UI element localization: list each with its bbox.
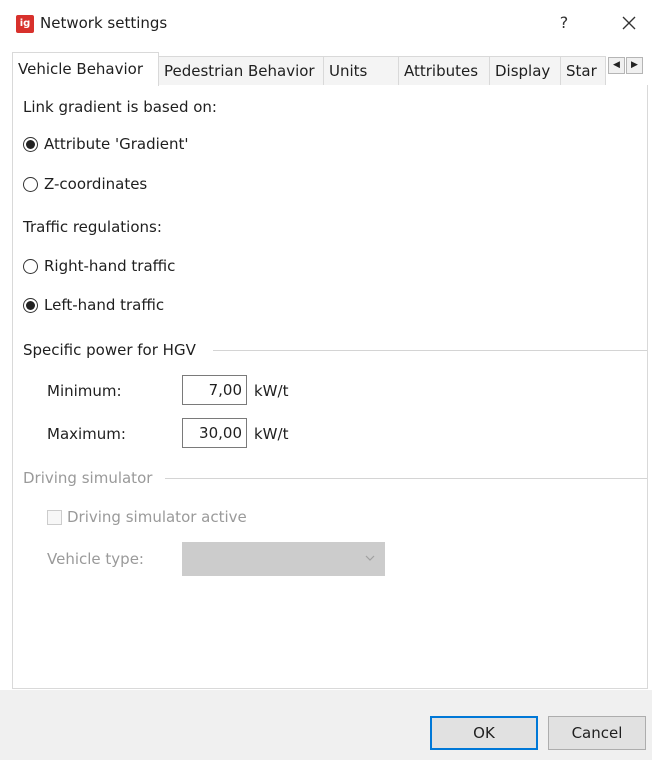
ok-button[interactable]: OK	[430, 716, 538, 750]
close-button[interactable]	[614, 8, 644, 38]
radio-z-coordinates[interactable]	[23, 177, 38, 192]
radio-z-coordinates-label[interactable]: Z-coordinates	[44, 175, 147, 193]
radio-right-hand-traffic-label[interactable]: Right-hand traffic	[44, 257, 175, 275]
maximum-unit: kW/t	[254, 425, 289, 443]
network-settings-dialog: ig Network settings ? Vehicle Behavior P…	[0, 0, 652, 760]
driving-simulator-checkbox[interactable]	[47, 510, 62, 525]
tab-units[interactable]: Units	[323, 56, 399, 85]
tab-attributes[interactable]: Attributes	[398, 56, 490, 85]
tab-strip: Vehicle Behavior Pedestrian Behavior Uni…	[12, 52, 646, 86]
radio-right-hand-traffic[interactable]	[23, 259, 38, 274]
radio-left-hand-traffic[interactable]	[23, 298, 38, 313]
maximum-label: Maximum:	[47, 425, 126, 443]
close-icon	[622, 16, 636, 30]
vehicle-type-select[interactable]	[182, 542, 385, 576]
radio-left-hand-traffic-label[interactable]: Left-hand traffic	[44, 296, 164, 314]
minimum-label: Minimum:	[47, 382, 122, 400]
app-logo-icon: ig	[16, 15, 34, 33]
driving-simulator-checkbox-label[interactable]: Driving simulator active	[67, 508, 247, 526]
radio-attribute-gradient[interactable]	[23, 137, 38, 152]
cancel-button[interactable]: Cancel	[548, 716, 646, 750]
driving-simulator-group-title: Driving simulator	[23, 469, 153, 487]
tab-pedestrian-behavior[interactable]: Pedestrian Behavior	[158, 56, 324, 85]
title-bar: ig Network settings ?	[0, 0, 652, 50]
traffic-regulations-heading: Traffic regulations:	[23, 218, 162, 236]
minimum-unit: kW/t	[254, 382, 289, 400]
maximum-field[interactable]: 30,00	[182, 418, 247, 448]
vehicle-type-label: Vehicle type:	[47, 550, 144, 568]
tab-scroll-right-icon[interactable]: ▶	[626, 57, 643, 74]
tab-star[interactable]: Star	[560, 56, 606, 85]
help-button[interactable]: ?	[553, 10, 575, 36]
window-title: Network settings	[40, 14, 168, 32]
hgv-group-divider	[213, 350, 647, 351]
link-gradient-heading: Link gradient is based on:	[23, 98, 217, 116]
tab-display[interactable]: Display	[489, 56, 561, 85]
tab-vehicle-behavior[interactable]: Vehicle Behavior	[12, 52, 159, 86]
radio-attribute-gradient-label[interactable]: Attribute 'Gradient'	[44, 135, 189, 153]
chevron-down-icon	[365, 555, 375, 561]
driving-simulator-group-divider	[165, 478, 647, 479]
dialog-footer: OK Cancel	[0, 690, 652, 760]
tab-scroll-left-icon[interactable]: ◀	[608, 57, 625, 74]
hgv-group-title: Specific power for HGV	[23, 341, 196, 359]
minimum-field[interactable]: 7,00	[182, 375, 247, 405]
